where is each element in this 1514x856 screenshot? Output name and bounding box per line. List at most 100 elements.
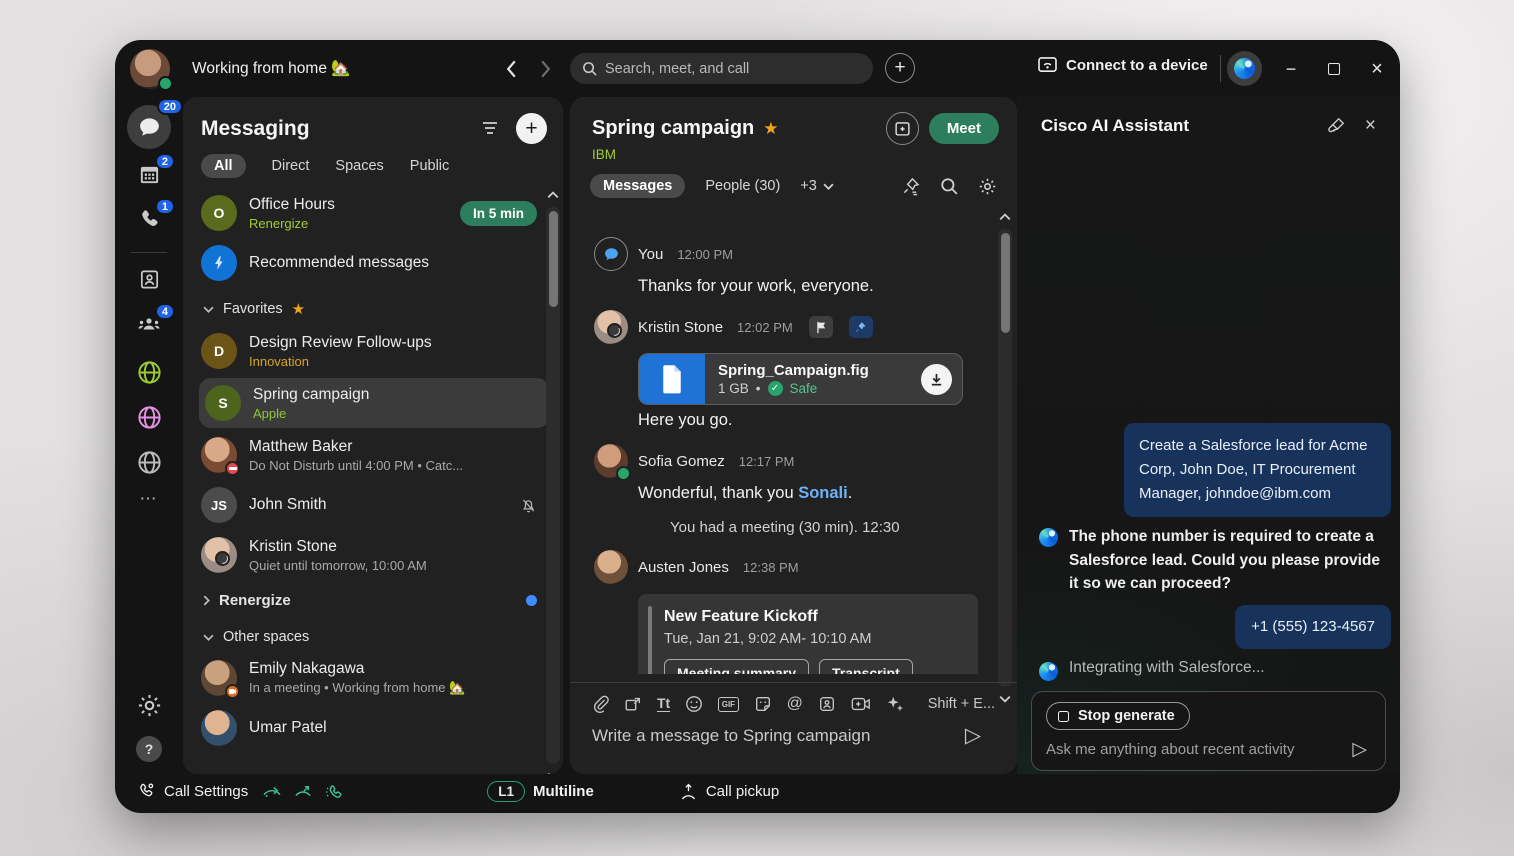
connect-to-device[interactable]: Connect to a device xyxy=(1038,57,1208,74)
sidebar-item-meetings[interactable]: 2 xyxy=(115,160,183,188)
list-item-kristin-stone[interactable]: Kristin Stone Quiet until tomorrow, 10:0… xyxy=(183,530,563,580)
sidebar-item-teams[interactable]: 4 xyxy=(115,310,183,338)
tab-direct[interactable]: Direct xyxy=(272,158,310,174)
chat-scrollbar[interactable] xyxy=(998,229,1012,687)
maximize-button[interactable] xyxy=(1321,56,1347,82)
send-icon[interactable]: ▷ xyxy=(965,723,981,748)
list-item-recommended[interactable]: Recommended messages xyxy=(183,238,563,288)
list-item-office-hours[interactable]: O Office Hours Renergize In 5 min xyxy=(183,188,563,238)
gif-icon[interactable]: GIF xyxy=(718,697,738,712)
tab-public[interactable]: Public xyxy=(410,158,450,174)
video-message-icon[interactable] xyxy=(851,696,871,712)
scrollbar-thumb[interactable] xyxy=(1001,233,1010,333)
item-title: Umar Patel xyxy=(249,719,537,737)
tab-spaces[interactable]: Spaces xyxy=(335,158,383,174)
sofia-avatar xyxy=(594,444,628,478)
list-item-design-review[interactable]: D Design Review Follow-ups Innovation xyxy=(183,326,563,376)
tab-more[interactable]: +3 xyxy=(800,178,834,194)
close-panel-icon[interactable]: × xyxy=(1365,115,1376,137)
scrollbar-thumb[interactable] xyxy=(549,211,558,307)
space-settings-icon[interactable] xyxy=(978,177,997,196)
emoji-icon[interactable] xyxy=(685,695,703,713)
stop-generate-button[interactable]: Stop generate xyxy=(1046,702,1190,730)
add-button[interactable]: + xyxy=(885,53,915,83)
ai-logo-icon xyxy=(1039,662,1058,681)
tab-people[interactable]: People (30) xyxy=(705,178,780,194)
list-item-john-smith[interactable]: JS John Smith xyxy=(183,480,563,530)
sidebar-item-workspace-pink[interactable] xyxy=(115,404,183,431)
file-attachment[interactable]: Spring_Campaign.fig 1 GB • ✓ Safe xyxy=(638,353,963,405)
forward-icon[interactable] xyxy=(533,57,557,81)
section-renergize[interactable]: Renergize xyxy=(183,580,563,617)
more-apps-icon[interactable]: ⋯ xyxy=(115,489,183,509)
flag-icon[interactable] xyxy=(809,316,833,338)
pin-icon[interactable] xyxy=(849,316,873,338)
list-item-spring-campaign[interactable]: S Spring campaign Apple xyxy=(199,378,549,428)
settings-button[interactable] xyxy=(115,693,183,718)
global-search[interactable] xyxy=(570,53,873,84)
back-icon[interactable] xyxy=(499,57,523,81)
search-input[interactable] xyxy=(605,61,861,77)
call-settings-button[interactable]: Call Settings xyxy=(137,782,248,801)
section-other-spaces[interactable]: Other spaces xyxy=(183,617,563,653)
ai-sparkle-icon[interactable] xyxy=(886,695,904,713)
call-pickup-button[interactable]: Call pickup xyxy=(679,783,779,801)
list-item-matthew-baker[interactable]: Matthew Baker Do Not Disturb until 4:00 … xyxy=(183,430,563,480)
sidebar-item-workspace-gray[interactable] xyxy=(115,449,183,476)
scroll-up-icon[interactable] xyxy=(999,213,1011,221)
section-favorites[interactable]: Favorites ★ xyxy=(183,288,563,326)
format-text-icon[interactable]: Tt xyxy=(657,696,670,712)
meeting-countdown-badge[interactable]: In 5 min xyxy=(460,201,537,226)
hunt-group-icon[interactable] xyxy=(324,783,342,801)
calls-badge: 1 xyxy=(155,198,175,215)
multiline-selector[interactable]: L1 Multiline xyxy=(487,781,594,802)
titlebar-divider xyxy=(1220,55,1221,82)
list-item-umar-patel[interactable]: Umar Patel xyxy=(183,703,563,753)
pinned-messages-icon[interactable] xyxy=(901,177,920,196)
globe-gray-icon xyxy=(136,449,163,476)
new-message-button[interactable]: + xyxy=(516,113,547,144)
meeting-card[interactable]: New Feature Kickoff Tue, Jan 21, 9:02 AM… xyxy=(638,594,978,674)
mention-icon[interactable]: @ xyxy=(787,695,803,713)
messaging-scrollbar[interactable] xyxy=(546,207,560,764)
lightning-icon xyxy=(211,255,227,271)
personal-room-icon[interactable] xyxy=(818,695,836,713)
favorite-star-icon[interactable]: ★ xyxy=(763,119,778,139)
ai-assistant-button[interactable] xyxy=(1227,51,1262,86)
sidebar-item-calls[interactable]: 1 xyxy=(115,205,183,233)
call-forward-icon[interactable] xyxy=(262,784,282,800)
transcript-button[interactable]: Transcript xyxy=(819,659,913,674)
close-button[interactable]: × xyxy=(1364,56,1390,82)
call-hold-icon[interactable] xyxy=(294,784,312,800)
scroll-up-icon[interactable] xyxy=(547,191,559,199)
mention[interactable]: Sonali xyxy=(798,484,848,502)
download-button[interactable] xyxy=(921,364,952,395)
help-button[interactable]: ? xyxy=(115,736,183,762)
tab-all[interactable]: All xyxy=(201,154,246,178)
ai-send-icon[interactable]: ▷ xyxy=(1352,738,1367,761)
search-in-space-icon[interactable] xyxy=(940,177,958,195)
meet-button[interactable]: Meet xyxy=(929,113,999,144)
tab-messages[interactable]: Messages xyxy=(590,174,685,198)
message-input[interactable] xyxy=(592,726,965,746)
file-status: Safe xyxy=(790,381,818,396)
sidebar-item-workspace-green[interactable] xyxy=(115,359,183,386)
avatar[interactable] xyxy=(130,49,170,89)
filter-icon[interactable] xyxy=(480,118,502,140)
file-icon xyxy=(639,354,705,404)
text-after: . xyxy=(848,484,853,502)
ai-prompt-input[interactable] xyxy=(1046,741,1352,758)
sidebar-item-contacts[interactable] xyxy=(115,265,183,293)
screen-capture-icon[interactable] xyxy=(624,695,642,713)
attach-icon[interactable] xyxy=(592,695,609,713)
avatar-initial: S xyxy=(218,395,227,411)
sticker-icon[interactable] xyxy=(754,695,772,713)
schedule-meeting-button[interactable] xyxy=(886,112,919,145)
sidebar-item-messaging[interactable]: 20 xyxy=(115,105,183,149)
meeting-summary-button[interactable]: Meeting summary xyxy=(664,659,809,674)
sender-name: Kristin Stone xyxy=(638,319,723,336)
list-item-emily-nakagawa[interactable]: Emily Nakagawa In a meeting • Working fr… xyxy=(183,653,563,703)
minimize-button[interactable]: − xyxy=(1278,56,1304,82)
multiline-label: Multiline xyxy=(533,783,594,800)
clear-chat-icon[interactable] xyxy=(1327,117,1345,135)
